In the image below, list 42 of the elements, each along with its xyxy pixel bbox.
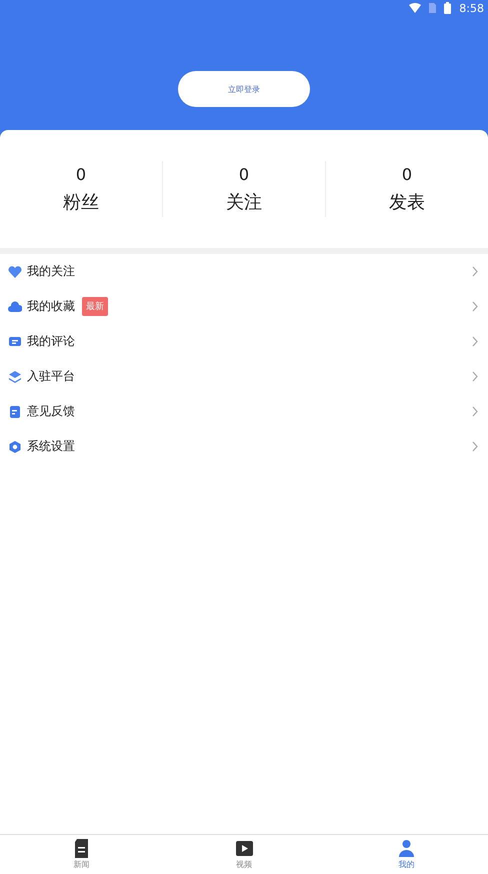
chevron-right-icon [472,266,478,277]
menu-item[interactable]: 意见反馈 [0,394,488,429]
document-icon [8,404,22,418]
battery-icon [444,2,452,14]
chevron-right-icon [472,371,478,382]
stat-label: 发表 [389,190,425,214]
menu-item[interactable]: 入驻平台 [0,359,488,394]
chevron-right-icon [472,441,478,452]
comment-icon [8,334,22,348]
menu-label: 入驻平台 [27,368,75,385]
tab[interactable]: 视频 [162,835,326,874]
layers-icon [8,370,22,384]
menu-label: 我的评论 [27,333,75,350]
stat-value: 0 [402,164,412,184]
login-button[interactable]: 立即登录 [178,71,310,107]
menu-label: 我的关注 [27,263,75,280]
stat-label: 粉丝 [63,190,99,214]
video-icon [236,839,252,858]
tab[interactable]: 新闻 [0,835,163,874]
cloud-icon [8,300,22,314]
menu-item[interactable]: 我的评论 [0,324,488,359]
document-icon [72,839,90,858]
menu-item[interactable]: 我的关注 [0,254,488,289]
stat-label: 关注 [226,190,262,214]
status-time: 8:58 [459,2,484,14]
chevron-right-icon [472,336,478,347]
chevron-right-icon [472,406,478,417]
new-badge: 最新 [82,297,108,316]
menu-label: 意见反馈 [27,403,75,420]
menu-item[interactable]: 我的收藏 最新 [0,289,488,324]
wifi-icon [409,3,422,13]
stat-value: 0 [238,164,250,184]
menu-item[interactable]: 系统设置 [0,429,488,464]
settings-icon [8,440,22,454]
stat-value: 0 [76,164,86,184]
heart-icon [8,264,22,278]
person-icon [398,839,416,858]
menu-label: 系统设置 [27,438,75,455]
chevron-right-icon [472,301,478,312]
menu-label: 我的收藏 [27,298,75,315]
sim-icon [429,3,436,13]
tab[interactable]: 我的 [325,835,488,874]
